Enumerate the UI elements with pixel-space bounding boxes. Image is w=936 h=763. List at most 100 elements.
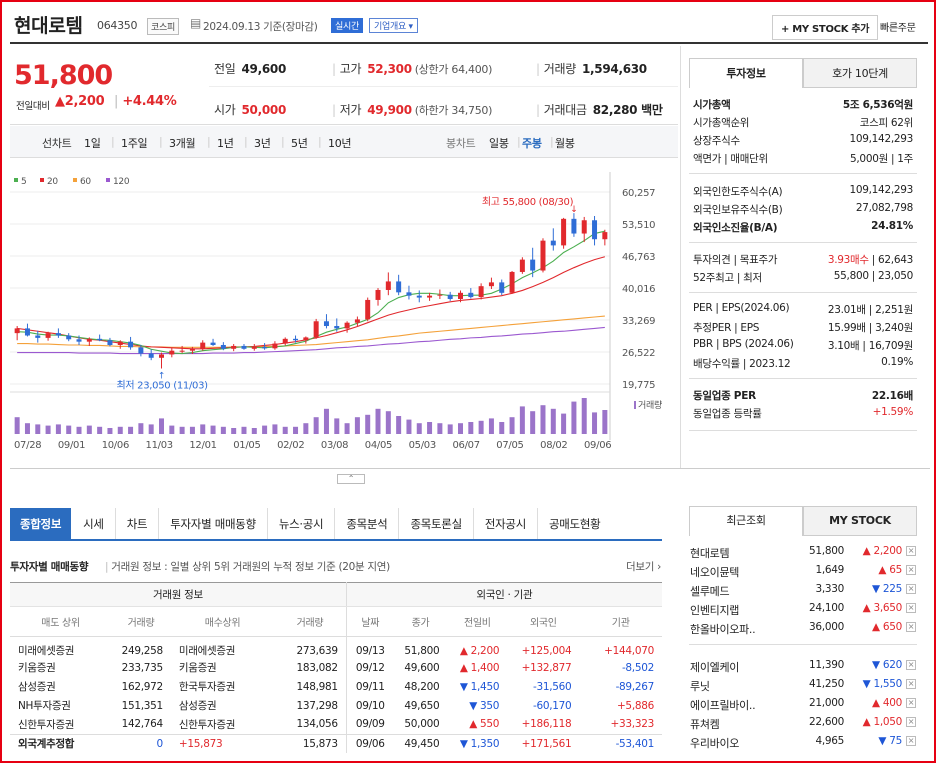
bottom-tab[interactable]: 공매도현황 bbox=[537, 508, 611, 539]
close-icon[interactable]: × bbox=[906, 660, 916, 670]
candle-period-tab[interactable]: 월봉 bbox=[555, 135, 575, 151]
list-item[interactable]: 루닛 41,250 ▼ 1,550 × bbox=[690, 675, 916, 695]
bottom-tab[interactable]: 전자공시 bbox=[472, 508, 537, 539]
recent-change: ▲ 65 bbox=[878, 564, 902, 576]
bottom-tab[interactable]: 차트 bbox=[114, 508, 159, 539]
bottom-tab[interactable]: 종합정보 bbox=[10, 508, 72, 539]
table-cell: 09/09 bbox=[355, 718, 385, 731]
quick-order-link[interactable]: 빠른주문 bbox=[880, 19, 916, 34]
list-item[interactable]: 제이엘케이 11,390 ▼ 620 × bbox=[690, 656, 916, 676]
recent-name[interactable]: 한올바이오파.. bbox=[690, 621, 756, 637]
close-icon[interactable]: × bbox=[906, 622, 916, 632]
recent-name[interactable]: 루닛 bbox=[690, 678, 710, 694]
table-cell[interactable]: 신한투자증권 bbox=[10, 715, 111, 734]
recent-change: ▼ 225 bbox=[872, 583, 902, 595]
x-tick-label: 12/01 bbox=[189, 440, 216, 451]
list-item[interactable]: 퓨쳐켐 22,600 ▲ 1,050 × bbox=[690, 713, 916, 733]
table-cell[interactable]: 삼성증권 bbox=[10, 677, 111, 696]
divider: | bbox=[536, 103, 540, 117]
company-info-button[interactable]: 기업개요 ▾ bbox=[369, 18, 418, 33]
table-cell[interactable]: 미래에셋증권 bbox=[10, 637, 111, 659]
summary-value: 82,280 백만 bbox=[592, 103, 663, 117]
bottom-tab[interactable]: 종목토론실 bbox=[398, 508, 472, 539]
candle-body bbox=[210, 342, 216, 345]
period-tab[interactable]: 1주일 bbox=[121, 135, 148, 151]
header-divider bbox=[10, 42, 928, 44]
volume-bar bbox=[117, 426, 123, 434]
period-tab[interactable]: 10년 bbox=[328, 135, 352, 151]
table-cell: +144,070 bbox=[604, 644, 654, 657]
table-cell[interactable]: 키움증권 bbox=[10, 658, 111, 677]
period-tab[interactable]: 3개월 bbox=[169, 135, 196, 151]
recent-name[interactable]: 셀루메드 bbox=[690, 583, 730, 599]
close-icon[interactable]: × bbox=[906, 546, 916, 556]
list-item[interactable]: 에이프릴바이.. 21,000 ▲ 400 × bbox=[690, 694, 916, 714]
tab-orderbook[interactable]: 호가 10단계 bbox=[803, 58, 917, 88]
close-icon[interactable]: × bbox=[906, 603, 916, 613]
bottom-tab[interactable]: 종목분석 bbox=[334, 508, 398, 539]
list-item[interactable]: 현대로템 51,800 ▲ 2,200 × bbox=[690, 542, 916, 562]
recent-name[interactable]: 현대로템 bbox=[690, 545, 730, 561]
table-cell[interactable]: 삼성증권 bbox=[171, 696, 274, 715]
candle-period-tab[interactable]: 일봉 bbox=[489, 135, 509, 151]
volume-bar bbox=[313, 417, 319, 434]
table-cell[interactable]: 신한투자증권 bbox=[171, 715, 274, 734]
price-chart[interactable]: 60,257 53,510 46,763 40,016 33,269 26,522 19,7… bbox=[10, 172, 678, 462]
x-tick-label: 10/06 bbox=[102, 440, 129, 451]
realtime-badge[interactable]: 실시간 bbox=[331, 18, 363, 33]
recent-name[interactable]: 인벤티지랩 bbox=[690, 602, 739, 618]
info-value-text: 109,142,293 bbox=[849, 184, 914, 196]
candle-period-tab[interactable]: 주봉 bbox=[522, 135, 542, 151]
candle-body bbox=[488, 282, 494, 287]
list-item[interactable]: 한올바이오파.. 36,000 ▲ 650 × bbox=[690, 618, 916, 638]
info-value: 23.01배 | 2,251원 bbox=[828, 302, 913, 317]
candle-body bbox=[117, 341, 123, 345]
recent-name[interactable]: 퓨쳐켐 bbox=[690, 716, 720, 732]
table-cell[interactable]: 미래에셋증권 bbox=[171, 637, 274, 659]
bottom-tab[interactable]: 뉴스·공시 bbox=[266, 508, 334, 539]
table-row: 키움증권 233,735 키움증권 183,082 09/12 49,600 ▲ 1,400… bbox=[10, 658, 662, 677]
table-cell[interactable]: NH투자증권 bbox=[10, 696, 111, 715]
info-label: 외국인소진율(B/A) bbox=[693, 222, 778, 234]
info-label[interactable]: 동일업종 PER bbox=[693, 388, 756, 403]
list-item[interactable]: 셀루메드 3,330 ▼ 225 × bbox=[690, 580, 916, 600]
recent-name[interactable]: 제이엘케이 bbox=[690, 659, 739, 675]
period-tab[interactable]: 3년 bbox=[254, 135, 271, 151]
add-mystock-button[interactable]: + MY STOCK 추가 bbox=[772, 15, 879, 40]
info-label[interactable]: 동일업종 등락률 bbox=[693, 406, 762, 421]
table-cell[interactable]: 한국투자증권 bbox=[171, 677, 274, 696]
bottom-tab[interactable]: 시세 bbox=[71, 508, 115, 539]
legend-label: 60 bbox=[80, 177, 91, 187]
period-tab[interactable]: 1년 bbox=[217, 135, 234, 151]
table-cell[interactable]: 키움증권 bbox=[171, 658, 274, 677]
recent-name[interactable]: 에이프릴바이.. bbox=[690, 697, 756, 713]
close-icon[interactable]: × bbox=[906, 717, 916, 727]
section-divider bbox=[689, 378, 917, 379]
close-icon[interactable]: × bbox=[906, 736, 916, 746]
close-icon[interactable]: × bbox=[906, 698, 916, 708]
list-item[interactable]: 우리바이오 4,965 ▼ 75 × bbox=[690, 732, 916, 752]
table-cell: 142,764 bbox=[121, 718, 164, 731]
recent-name[interactable]: 네오이뮨텍 bbox=[690, 564, 739, 580]
bottom-tab[interactable]: 투자자별 매매동향 bbox=[158, 508, 267, 539]
tab-invest-info[interactable]: 투자정보 bbox=[689, 58, 803, 88]
investor-more-link[interactable]: 더보기 › bbox=[626, 559, 661, 574]
collapse-toggle-icon[interactable]: ⌃ bbox=[337, 474, 365, 484]
list-item[interactable]: 네오이뮨텍 1,649 ▲ 65 × bbox=[690, 561, 916, 581]
tab-mystock[interactable]: MY STOCK bbox=[803, 506, 917, 536]
summary-value: 49,900 bbox=[367, 103, 412, 117]
summary-label: 고가 bbox=[339, 62, 362, 76]
period-tab[interactable]: 1일 bbox=[84, 135, 101, 151]
list-item[interactable]: 인벤티지랩 24,100 ▲ 3,650 × bbox=[690, 599, 916, 619]
close-icon[interactable]: × bbox=[906, 584, 916, 594]
close-icon[interactable]: × bbox=[906, 679, 916, 689]
recent-name[interactable]: 우리바이오 bbox=[690, 735, 739, 751]
period-tab[interactable]: 5년 bbox=[291, 135, 308, 151]
info-value-text: +1.59% bbox=[872, 406, 914, 418]
info-value: 24.81% bbox=[871, 220, 913, 235]
info-label[interactable]: 시가총액순위 bbox=[693, 115, 749, 130]
table-cell: +186,118 bbox=[521, 718, 572, 731]
volume-bar bbox=[478, 420, 484, 434]
close-icon[interactable]: × bbox=[906, 565, 916, 575]
tab-recent[interactable]: 최근조회 bbox=[689, 506, 803, 536]
